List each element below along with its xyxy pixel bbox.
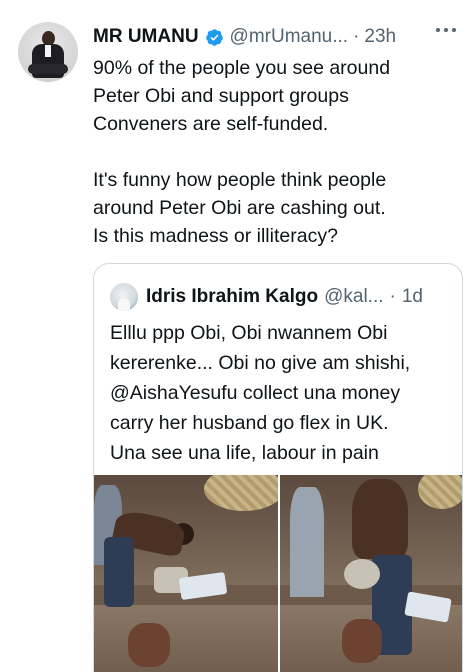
- author-name[interactable]: MR UMANU: [93, 26, 199, 48]
- quoted-avatar: [110, 283, 138, 311]
- quoted-text-line: kererenke... Obi no give am shishi,: [110, 352, 411, 374]
- tweet-text-line: Is this madness or illiteracy?: [93, 225, 338, 247]
- tweet-header: MR UMANU @mrUmanu... · 23h: [93, 24, 396, 50]
- separator-dot: ·: [353, 26, 360, 47]
- tweet[interactable]: MR UMANU @mrUmanu... · 23h 90% of the pe…: [0, 0, 475, 672]
- tweet-text-line: Peter Obi and support groups: [93, 85, 349, 107]
- quoted-author-handle: @kal...: [324, 286, 384, 307]
- quoted-tweet-header: Idris Ibrahim Kalgo @kal... · 1d: [110, 283, 423, 311]
- tweet-text-line: It's funny how people think people: [93, 169, 387, 191]
- author-handle[interactable]: @mrUmanu...: [230, 26, 349, 48]
- quoted-text-line: carry her husband go flex in UK.: [110, 412, 389, 434]
- media-photo-2[interactable]: [280, 475, 462, 672]
- tweet-text-line: around Peter Obi are cashing out.: [93, 197, 386, 219]
- quoted-tweet[interactable]: Idris Ibrahim Kalgo @kal... · 1d Elllu p…: [93, 263, 463, 672]
- media-grid: [94, 475, 462, 672]
- quoted-text-line: Una see una life, labour in pain: [110, 442, 379, 464]
- quoted-text-line: @AishaYesufu collect una money: [110, 382, 401, 404]
- avatar[interactable]: [18, 22, 78, 82]
- tweet-text-line: 90% of the people you see around: [93, 57, 391, 79]
- quoted-text-line: Elllu ppp Obi, Obi nwannem Obi: [110, 322, 388, 344]
- separator-dot: ·: [389, 286, 396, 307]
- timestamp[interactable]: 23h: [364, 26, 396, 48]
- verified-badge-icon: [205, 28, 223, 46]
- tweet-text-line: Conveners are self-funded.: [93, 113, 329, 135]
- quoted-timestamp: 1d: [401, 286, 423, 307]
- more-options-icon[interactable]: [436, 28, 456, 32]
- quoted-author-name: Idris Ibrahim Kalgo: [146, 286, 319, 307]
- tweet-text: 90% of the people you see around Peter O…: [93, 54, 463, 250]
- quoted-tweet-text: Elllu ppp Obi, Obi nwannem Obi kererenke…: [110, 318, 455, 468]
- media-photo-1[interactable]: [94, 475, 278, 672]
